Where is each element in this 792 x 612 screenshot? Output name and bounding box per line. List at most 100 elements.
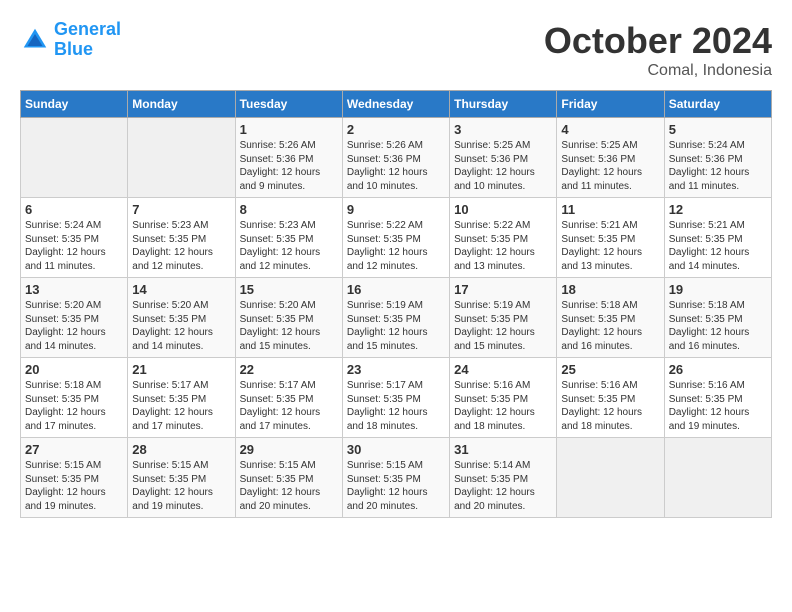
day-number: 12	[669, 202, 767, 217]
day-number: 14	[132, 282, 230, 297]
day-info: Sunrise: 5:26 AM Sunset: 5:36 PM Dayligh…	[240, 139, 338, 193]
calendar-cell: 3 Sunrise: 5:25 AM Sunset: 5:36 PM Daylig…	[450, 118, 557, 198]
calendar-cell: 2Sunrise: 5:26 AM Sunset: 5:36 PM Daylig…	[342, 118, 449, 198]
day-info: Sunrise: 5:20 AM Sunset: 5:35 PM Dayligh…	[132, 299, 230, 353]
day-info: Sunrise: 5:17 AM Sunset: 5:35 PM Dayligh…	[240, 379, 338, 433]
page-header: General Blue October 2024 Comal, Indones…	[20, 20, 772, 80]
calendar-cell	[557, 438, 664, 518]
day-info: Sunrise: 5:22 AM Sunset: 5:35 PM Dayligh…	[454, 219, 552, 273]
day-info: Sunrise: 5:16 AM Sunset: 5:35 PM Dayligh…	[454, 379, 552, 433]
calendar-cell: 5 Sunrise: 5:24 AM Sunset: 5:36 PM Daylig…	[664, 118, 771, 198]
calendar-cell: 30 Sunrise: 5:15 AM Sunset: 5:35 PM Dayli…	[342, 438, 449, 518]
subtitle: Comal, Indonesia	[544, 62, 772, 80]
day-number: 4	[561, 122, 659, 137]
calendar-cell: 7Sunrise: 5:23 AM Sunset: 5:35 PM Daylig…	[128, 198, 235, 278]
calendar-cell: 31Sunrise: 5:14 AM Sunset: 5:35 PM Dayli…	[450, 438, 557, 518]
day-info: Sunrise: 5:17 AM Sunset: 5:35 PM Dayligh…	[132, 379, 230, 433]
day-number: 10	[454, 202, 552, 217]
logo-text: General Blue	[54, 20, 121, 60]
day-number: 6	[25, 202, 123, 217]
col-header-tuesday: Tuesday	[235, 91, 342, 118]
day-number: 3	[454, 122, 552, 137]
calendar-cell: 4 Sunrise: 5:25 AM Sunset: 5:36 PM Daylig…	[557, 118, 664, 198]
calendar-week-row: 20Sunrise: 5:18 AM Sunset: 5:35 PM Dayli…	[21, 358, 772, 438]
day-number: 13	[25, 282, 123, 297]
day-info: Sunrise: 5:18 AM Sunset: 5:35 PM Dayligh…	[561, 299, 659, 353]
day-number: 28	[132, 442, 230, 457]
calendar-cell: 27 Sunrise: 5:15 AM Sunset: 5:35 PM Dayli…	[21, 438, 128, 518]
calendar-cell: 9 Sunrise: 5:22 AM Sunset: 5:35 PM Daylig…	[342, 198, 449, 278]
calendar-cell: 11Sunrise: 5:21 AM Sunset: 5:35 PM Dayli…	[557, 198, 664, 278]
day-info: Sunrise: 5:15 AM Sunset: 5:35 PM Dayligh…	[132, 459, 230, 513]
calendar-cell	[664, 438, 771, 518]
day-info: Sunrise: 5:16 AM Sunset: 5:35 PM Dayligh…	[669, 379, 767, 433]
day-info: Sunrise: 5:22 AM Sunset: 5:35 PM Dayligh…	[347, 219, 445, 273]
col-header-friday: Friday	[557, 91, 664, 118]
day-info: Sunrise: 5:19 AM Sunset: 5:35 PM Dayligh…	[454, 299, 552, 353]
day-info: Sunrise: 5:15 AM Sunset: 5:35 PM Dayligh…	[347, 459, 445, 513]
calendar-cell	[128, 118, 235, 198]
day-number: 23	[347, 362, 445, 377]
calendar-cell: 24 Sunrise: 5:16 AM Sunset: 5:35 PM Dayli…	[450, 358, 557, 438]
day-number: 5	[669, 122, 767, 137]
day-info: Sunrise: 5:17 AM Sunset: 5:35 PM Dayligh…	[347, 379, 445, 433]
col-header-sunday: Sunday	[21, 91, 128, 118]
day-number: 24	[454, 362, 552, 377]
day-number: 26	[669, 362, 767, 377]
day-info: Sunrise: 5:24 AM Sunset: 5:35 PM Dayligh…	[25, 219, 123, 273]
calendar-week-row: 13 Sunrise: 5:20 AM Sunset: 5:35 PM Dayli…	[21, 278, 772, 358]
day-info: Sunrise: 5:24 AM Sunset: 5:36 PM Dayligh…	[669, 139, 767, 193]
calendar-header-row: SundayMondayTuesdayWednesdayThursdayFrid…	[21, 91, 772, 118]
day-info: Sunrise: 5:20 AM Sunset: 5:35 PM Dayligh…	[240, 299, 338, 353]
month-title: October 2024	[544, 20, 772, 62]
calendar-cell	[21, 118, 128, 198]
day-info: Sunrise: 5:15 AM Sunset: 5:35 PM Dayligh…	[240, 459, 338, 513]
day-number: 30	[347, 442, 445, 457]
calendar-cell: 26 Sunrise: 5:16 AM Sunset: 5:35 PM Dayli…	[664, 358, 771, 438]
day-info: Sunrise: 5:21 AM Sunset: 5:35 PM Dayligh…	[669, 219, 767, 273]
title-area: October 2024 Comal, Indonesia	[544, 20, 772, 80]
calendar-cell: 29 Sunrise: 5:15 AM Sunset: 5:35 PM Dayli…	[235, 438, 342, 518]
calendar-cell: 28 Sunrise: 5:15 AM Sunset: 5:35 PM Dayli…	[128, 438, 235, 518]
day-info: Sunrise: 5:19 AM Sunset: 5:35 PM Dayligh…	[347, 299, 445, 353]
day-number: 16	[347, 282, 445, 297]
day-info: Sunrise: 5:18 AM Sunset: 5:35 PM Dayligh…	[25, 379, 123, 433]
day-info: Sunrise: 5:21 AM Sunset: 5:35 PM Dayligh…	[561, 219, 659, 273]
calendar-cell: 15 Sunrise: 5:20 AM Sunset: 5:35 PM Dayli…	[235, 278, 342, 358]
calendar-cell: 1 Sunrise: 5:26 AM Sunset: 5:36 PM Daylig…	[235, 118, 342, 198]
day-number: 2	[347, 122, 445, 137]
logo-icon	[20, 25, 50, 55]
col-header-wednesday: Wednesday	[342, 91, 449, 118]
day-number: 15	[240, 282, 338, 297]
day-number: 22	[240, 362, 338, 377]
day-info: Sunrise: 5:15 AM Sunset: 5:35 PM Dayligh…	[25, 459, 123, 513]
day-number: 27	[25, 442, 123, 457]
day-number: 21	[132, 362, 230, 377]
day-number: 9	[347, 202, 445, 217]
day-number: 31	[454, 442, 552, 457]
day-number: 8	[240, 202, 338, 217]
day-number: 7	[132, 202, 230, 217]
calendar-cell: 23 Sunrise: 5:17 AM Sunset: 5:35 PM Dayli…	[342, 358, 449, 438]
day-number: 1	[240, 122, 338, 137]
col-header-monday: Monday	[128, 91, 235, 118]
calendar-cell: 18Sunrise: 5:18 AM Sunset: 5:35 PM Dayli…	[557, 278, 664, 358]
day-info: Sunrise: 5:23 AM Sunset: 5:35 PM Dayligh…	[240, 219, 338, 273]
day-number: 25	[561, 362, 659, 377]
logo-line2: Blue	[54, 39, 93, 59]
day-info: Sunrise: 5:25 AM Sunset: 5:36 PM Dayligh…	[561, 139, 659, 193]
calendar-cell: 17Sunrise: 5:19 AM Sunset: 5:35 PM Dayli…	[450, 278, 557, 358]
calendar-cell: 22 Sunrise: 5:17 AM Sunset: 5:35 PM Dayli…	[235, 358, 342, 438]
calendar-cell: 16 Sunrise: 5:19 AM Sunset: 5:35 PM Dayli…	[342, 278, 449, 358]
calendar-cell: 20Sunrise: 5:18 AM Sunset: 5:35 PM Dayli…	[21, 358, 128, 438]
day-info: Sunrise: 5:25 AM Sunset: 5:36 PM Dayligh…	[454, 139, 552, 193]
calendar-cell: 10 Sunrise: 5:22 AM Sunset: 5:35 PM Dayli…	[450, 198, 557, 278]
day-number: 29	[240, 442, 338, 457]
calendar-cell: 12 Sunrise: 5:21 AM Sunset: 5:35 PM Dayli…	[664, 198, 771, 278]
calendar-cell: 25Sunrise: 5:16 AM Sunset: 5:35 PM Dayli…	[557, 358, 664, 438]
logo-line1: General	[54, 19, 121, 39]
calendar-cell: 14 Sunrise: 5:20 AM Sunset: 5:35 PM Dayli…	[128, 278, 235, 358]
logo: General Blue	[20, 20, 121, 60]
calendar-cell: 13Sunrise: 5:20 AM Sunset: 5:35 PM Dayli…	[21, 278, 128, 358]
day-info: Sunrise: 5:18 AM Sunset: 5:35 PM Dayligh…	[669, 299, 767, 353]
